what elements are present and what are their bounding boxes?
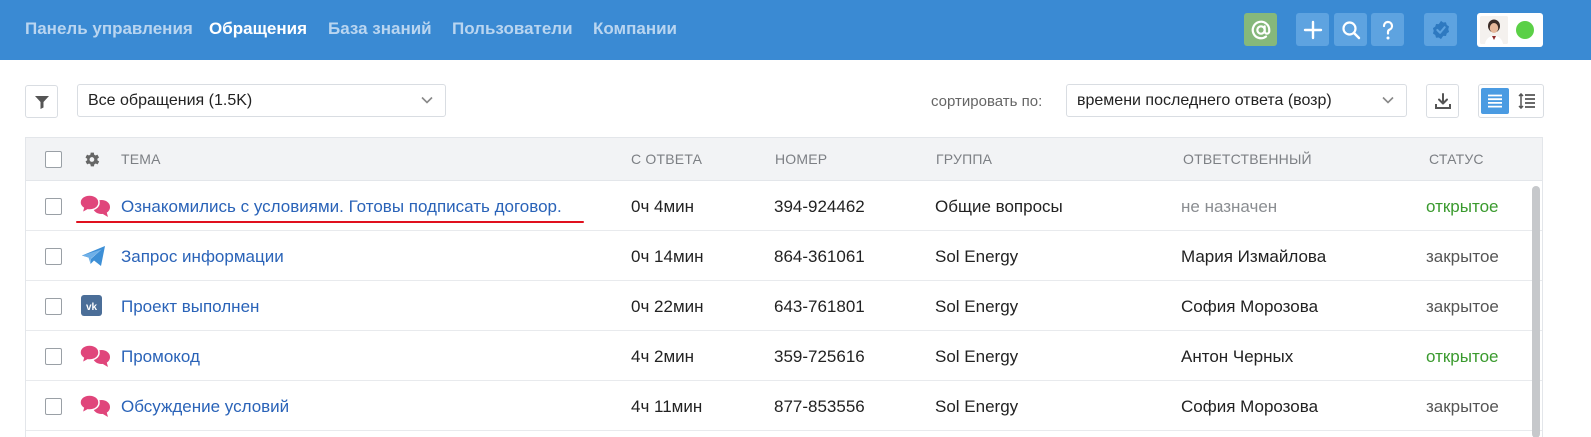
ticket-subject-link[interactable]: Проект выполнен (121, 297, 259, 317)
assignee-value: София Морозова (1181, 297, 1319, 316)
list-icon (1488, 94, 1502, 108)
table-scrollbar[interactable] (1532, 186, 1540, 437)
status-button[interactable] (1424, 13, 1457, 46)
status-badge: закрытое (1426, 297, 1499, 316)
ticket-number: 877-853556 (774, 397, 865, 416)
chat-bubbles-icon (79, 394, 110, 417)
sort-select[interactable]: времени последнего ответа (возр) (1066, 84, 1407, 117)
view-mode-toggle (1478, 84, 1544, 118)
table-row[interactable]: Обсуждение условий 4ч 11мин 877-853556 S… (26, 381, 1542, 431)
chevron-down-icon (1382, 96, 1394, 104)
nav-dashboard[interactable]: Панель управления (25, 19, 193, 39)
chevron-down-icon (421, 96, 433, 104)
assignee-value: Мария Измайлова (1181, 247, 1327, 266)
gear-icon[interactable] (82, 150, 101, 169)
nav-users[interactable]: Пользователи (452, 19, 573, 39)
list-view-button[interactable] (1481, 88, 1509, 114)
table-header: ТЕМА С ОТВЕТА НОМЕР ГРУППА ОТВЕТСТВЕННЫЙ… (26, 138, 1542, 181)
table-row[interactable]: vk Проект выполнен 0ч 22мин 643-761801 S… (26, 281, 1542, 331)
svg-text:vk: vk (86, 302, 98, 313)
create-button[interactable] (1296, 13, 1329, 46)
tickets-table: ТЕМА С ОТВЕТА НОМЕР ГРУППА ОТВЕТСТВЕННЫЙ… (25, 137, 1543, 437)
group-value: Общие вопросы (935, 197, 1063, 216)
chat-bubbles-icon (79, 194, 110, 217)
highlight-underline (76, 221, 584, 223)
mentions-button[interactable] (1244, 13, 1277, 46)
table-row[interactable]: Запрос информации 0ч 14мин 864-361061 So… (26, 231, 1542, 281)
top-nav-bar: Панель управления Обращения База знаний … (0, 0, 1591, 60)
status-badge: открытое (1426, 197, 1499, 216)
row-checkbox[interactable] (45, 198, 62, 215)
tickets-view-select-value: Все обращения (1.5K) (88, 92, 253, 109)
download-icon (1434, 93, 1451, 109)
since-reply-value: 4ч 2мин (631, 347, 695, 366)
check-badge-icon (1432, 20, 1449, 39)
row-checkbox[interactable] (45, 398, 62, 415)
vk-icon: vk (81, 295, 102, 316)
since-reply-value: 4ч 11мин (631, 397, 703, 416)
group-value: Sol Energy (935, 247, 1019, 266)
row-checkbox[interactable] (45, 298, 62, 315)
status-badge: закрытое (1426, 397, 1499, 416)
ticket-number: 864-361061 (774, 247, 865, 266)
group-value: Sol Energy (935, 397, 1019, 416)
export-button[interactable] (1426, 84, 1459, 118)
status-badge: закрытое (1426, 247, 1499, 266)
column-number[interactable]: НОМЕР (775, 151, 827, 167)
help-icon (1382, 20, 1393, 39)
ticket-number: 359-725616 (774, 347, 865, 366)
row-checkbox[interactable] (45, 348, 62, 365)
ticket-subject-link[interactable]: Обсуждение условий (121, 397, 289, 417)
nav-tickets[interactable]: Обращения (209, 19, 307, 39)
online-status-dot (1516, 21, 1534, 39)
telegram-icon (82, 246, 105, 266)
since-reply-value: 0ч 14мин (631, 247, 704, 266)
table-row[interactable]: Ознакомились с условиями. Готовы подписа… (26, 181, 1542, 231)
column-group[interactable]: ГРУППА (936, 151, 992, 167)
nav-knowledge-base[interactable]: База знаний (328, 19, 432, 39)
ticket-subject-link[interactable]: Запрос информации (121, 247, 284, 267)
chat-bubbles-icon (79, 344, 110, 367)
search-icon (1341, 20, 1360, 39)
user-menu[interactable] (1477, 13, 1543, 47)
sort-list-icon (1518, 93, 1535, 109)
ticket-number: 394-924462 (774, 197, 865, 216)
column-subject[interactable]: ТЕМА (121, 151, 161, 167)
ticket-subject-link[interactable]: Промокод (121, 347, 200, 367)
group-value: Sol Energy (935, 347, 1019, 366)
column-since-reply[interactable]: С ОТВЕТА (631, 151, 702, 167)
assignee-value: София Морозова (1181, 397, 1319, 416)
help-button[interactable] (1371, 13, 1404, 46)
nav-companies[interactable]: Компании (593, 19, 677, 39)
ticket-number: 643-761801 (774, 297, 865, 316)
table-row[interactable]: Промокод 4ч 2мин 359-725616 Sol Energy А… (26, 331, 1542, 381)
column-status[interactable]: СТАТУС (1429, 151, 1484, 167)
filter-button[interactable] (25, 85, 58, 118)
group-value: Sol Energy (935, 297, 1019, 316)
since-reply-value: 0ч 22мин (631, 297, 704, 316)
since-reply-value: 0ч 4мин (631, 197, 695, 216)
sort-label: сортировать по: (931, 93, 1043, 110)
column-assignee[interactable]: ОТВЕТСТВЕННЫЙ (1183, 151, 1312, 167)
sort-select-value: времени последнего ответа (возр) (1077, 92, 1332, 109)
ticket-subject-link[interactable]: Ознакомились с условиями. Готовы подписа… (121, 197, 562, 217)
compact-view-button[interactable] (1513, 88, 1541, 114)
search-button[interactable] (1334, 13, 1367, 46)
filter-icon (34, 95, 49, 109)
select-all-checkbox[interactable] (45, 151, 62, 168)
assignee-value: Антон Черных (1181, 347, 1294, 366)
avatar (1480, 16, 1508, 44)
assignee-value: не назначен (1181, 197, 1278, 216)
plus-icon (1303, 20, 1322, 39)
status-badge: открытое (1426, 347, 1499, 366)
tickets-view-select[interactable]: Все обращения (1.5K) (77, 84, 446, 117)
mention-icon (1251, 20, 1270, 39)
row-checkbox[interactable] (45, 248, 62, 265)
